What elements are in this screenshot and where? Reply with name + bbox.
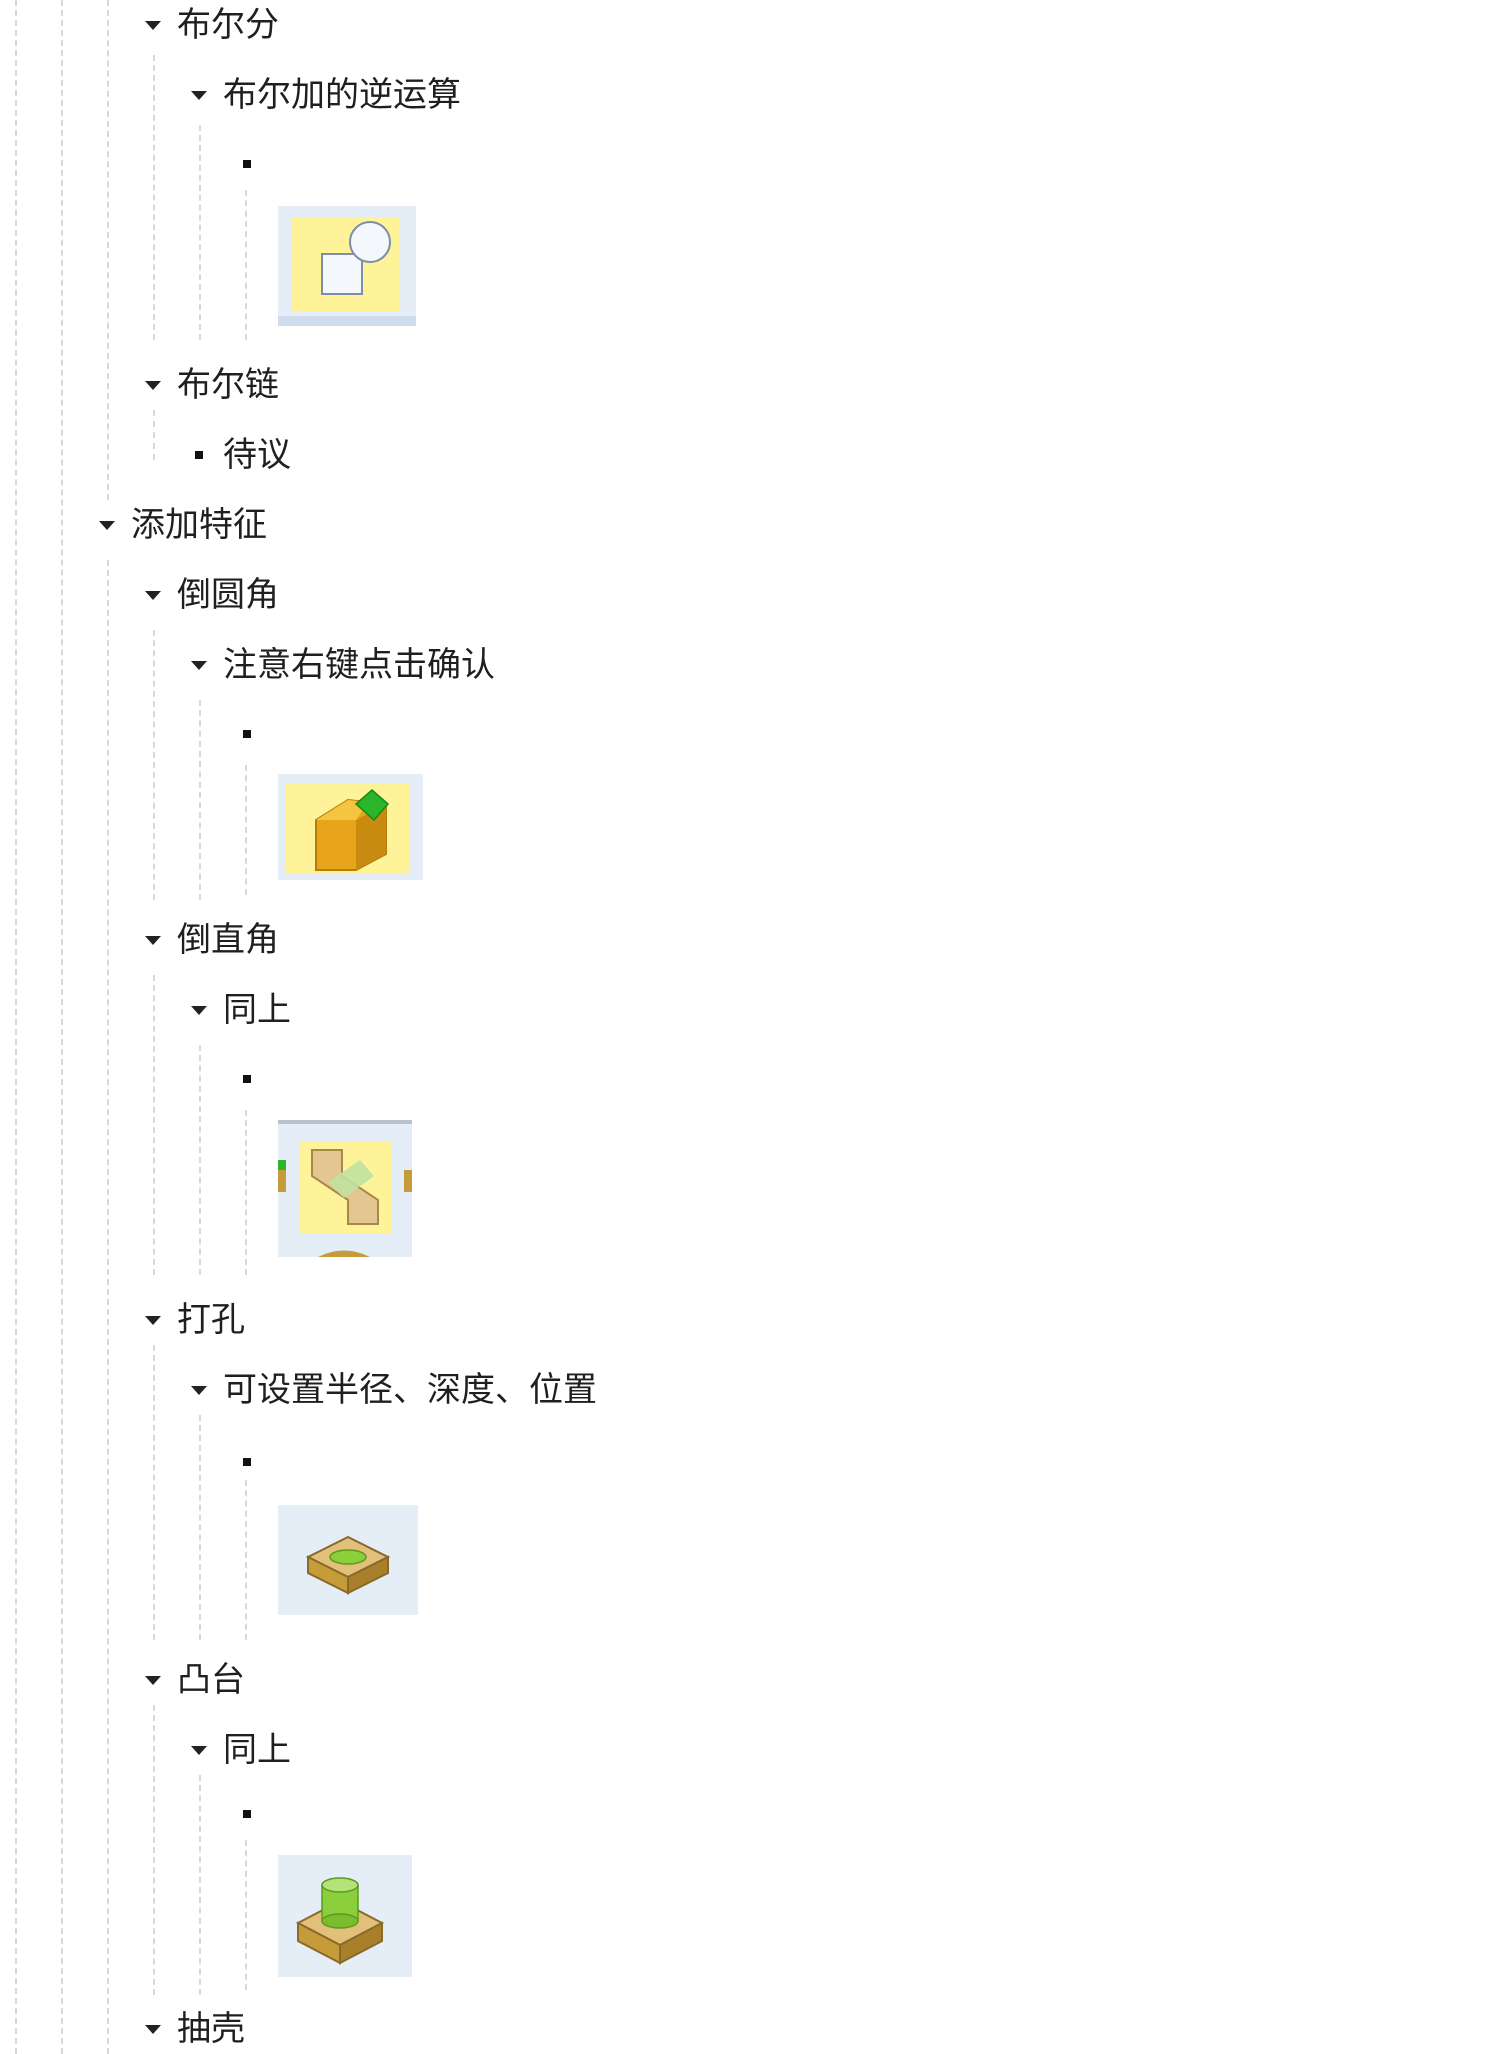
tree-guide-13: [199, 1045, 201, 1275]
node-label: 同上: [223, 1730, 291, 1770]
node-label: 打孔: [177, 1300, 245, 1340]
leaf-bullet: [195, 451, 203, 459]
tree-node-boolean-chain[interactable]: 布尔链: [145, 360, 279, 410]
node-label: 待议: [223, 435, 291, 475]
node-label: 倒圆角: [177, 575, 279, 615]
tree-guide-20: [245, 1840, 247, 1990]
collapse-caret-icon[interactable]: [145, 2024, 161, 2034]
node-label: 倒直角: [177, 920, 279, 960]
tree-node-boss-note[interactable]: 同上: [191, 1725, 291, 1775]
tree-node-chamfer-note[interactable]: 同上: [191, 985, 291, 1035]
tree-guide-4: [107, 560, 109, 2054]
chamfer-icon: [278, 1120, 412, 1257]
node-label: 可设置半径、深度、位置: [223, 1370, 597, 1410]
image-bullet: [243, 730, 251, 738]
tree-guide-12: [199, 700, 201, 900]
tree-guide-9: [153, 1345, 155, 1640]
tree-guide-8: [153, 975, 155, 1275]
tree-guide-15: [199, 1775, 201, 1995]
image-bullet: [243, 1075, 251, 1083]
tree-node-boolean-chain-note: 待议: [195, 430, 291, 480]
collapse-caret-icon[interactable]: [191, 90, 207, 100]
node-label: 同上: [223, 990, 291, 1030]
tree-node-boolean-split-note[interactable]: 布尔加的逆运算: [191, 70, 461, 120]
node-label: 布尔链: [177, 365, 279, 405]
tree-guide-16: [245, 190, 247, 340]
collapse-caret-icon[interactable]: [191, 1005, 207, 1015]
collapse-caret-icon[interactable]: [145, 1675, 161, 1685]
tree-guide-7: [153, 630, 155, 900]
boss-icon: [278, 1855, 412, 1977]
boolean-subtract-icon: [278, 206, 416, 326]
tree-node-chamfer[interactable]: 倒直角: [145, 915, 279, 965]
fillet-icon: [278, 774, 423, 880]
tree-guide-14: [199, 1415, 201, 1640]
tree-node-shell[interactable]: 抽壳: [145, 2004, 245, 2054]
node-label: 布尔加的逆运算: [223, 75, 461, 115]
image-bullet: [243, 1810, 251, 1818]
image-bullet: [243, 160, 251, 168]
tree-node-add-feature[interactable]: 添加特征: [99, 500, 267, 550]
collapse-caret-icon[interactable]: [191, 1745, 207, 1755]
tree-guide-6: [153, 410, 155, 460]
node-label: 凸台: [177, 1660, 245, 1700]
tree-guide-17: [245, 765, 247, 895]
tree-node-hole-note[interactable]: 可设置半径、深度、位置: [191, 1365, 597, 1415]
tree-guide-18: [245, 1110, 247, 1275]
collapse-caret-icon[interactable]: [145, 1315, 161, 1325]
collapse-caret-icon[interactable]: [191, 1385, 207, 1395]
tree-node-hole[interactable]: 打孔: [145, 1295, 245, 1345]
tree-guide-2: [61, 0, 63, 2054]
node-label: 注意右键点击确认: [223, 645, 495, 685]
tree-node-fillet-note[interactable]: 注意右键点击确认: [191, 640, 495, 690]
tree-node-boolean-split[interactable]: 布尔分: [145, 0, 279, 50]
hole-icon: [278, 1505, 418, 1615]
tree-guide-5: [153, 55, 155, 340]
collapse-caret-icon[interactable]: [145, 935, 161, 945]
tree-node-fillet[interactable]: 倒圆角: [145, 570, 279, 620]
tree-guide-11: [199, 125, 201, 340]
tree-node-boss[interactable]: 凸台: [145, 1655, 245, 1705]
collapse-caret-icon[interactable]: [145, 20, 161, 30]
tree-guide-3: [107, 0, 109, 500]
tree-guide-10: [153, 1705, 155, 1995]
tree-guide-1: [15, 0, 17, 2054]
collapse-caret-icon[interactable]: [99, 520, 115, 530]
tree-guide-19: [245, 1480, 247, 1640]
image-bullet: [243, 1458, 251, 1466]
collapse-caret-icon[interactable]: [145, 380, 161, 390]
node-label: 添加特征: [131, 505, 267, 545]
node-label: 布尔分: [177, 5, 279, 45]
collapse-caret-icon[interactable]: [145, 590, 161, 600]
collapse-caret-icon[interactable]: [191, 660, 207, 670]
node-label: 抽壳: [177, 2009, 245, 2049]
